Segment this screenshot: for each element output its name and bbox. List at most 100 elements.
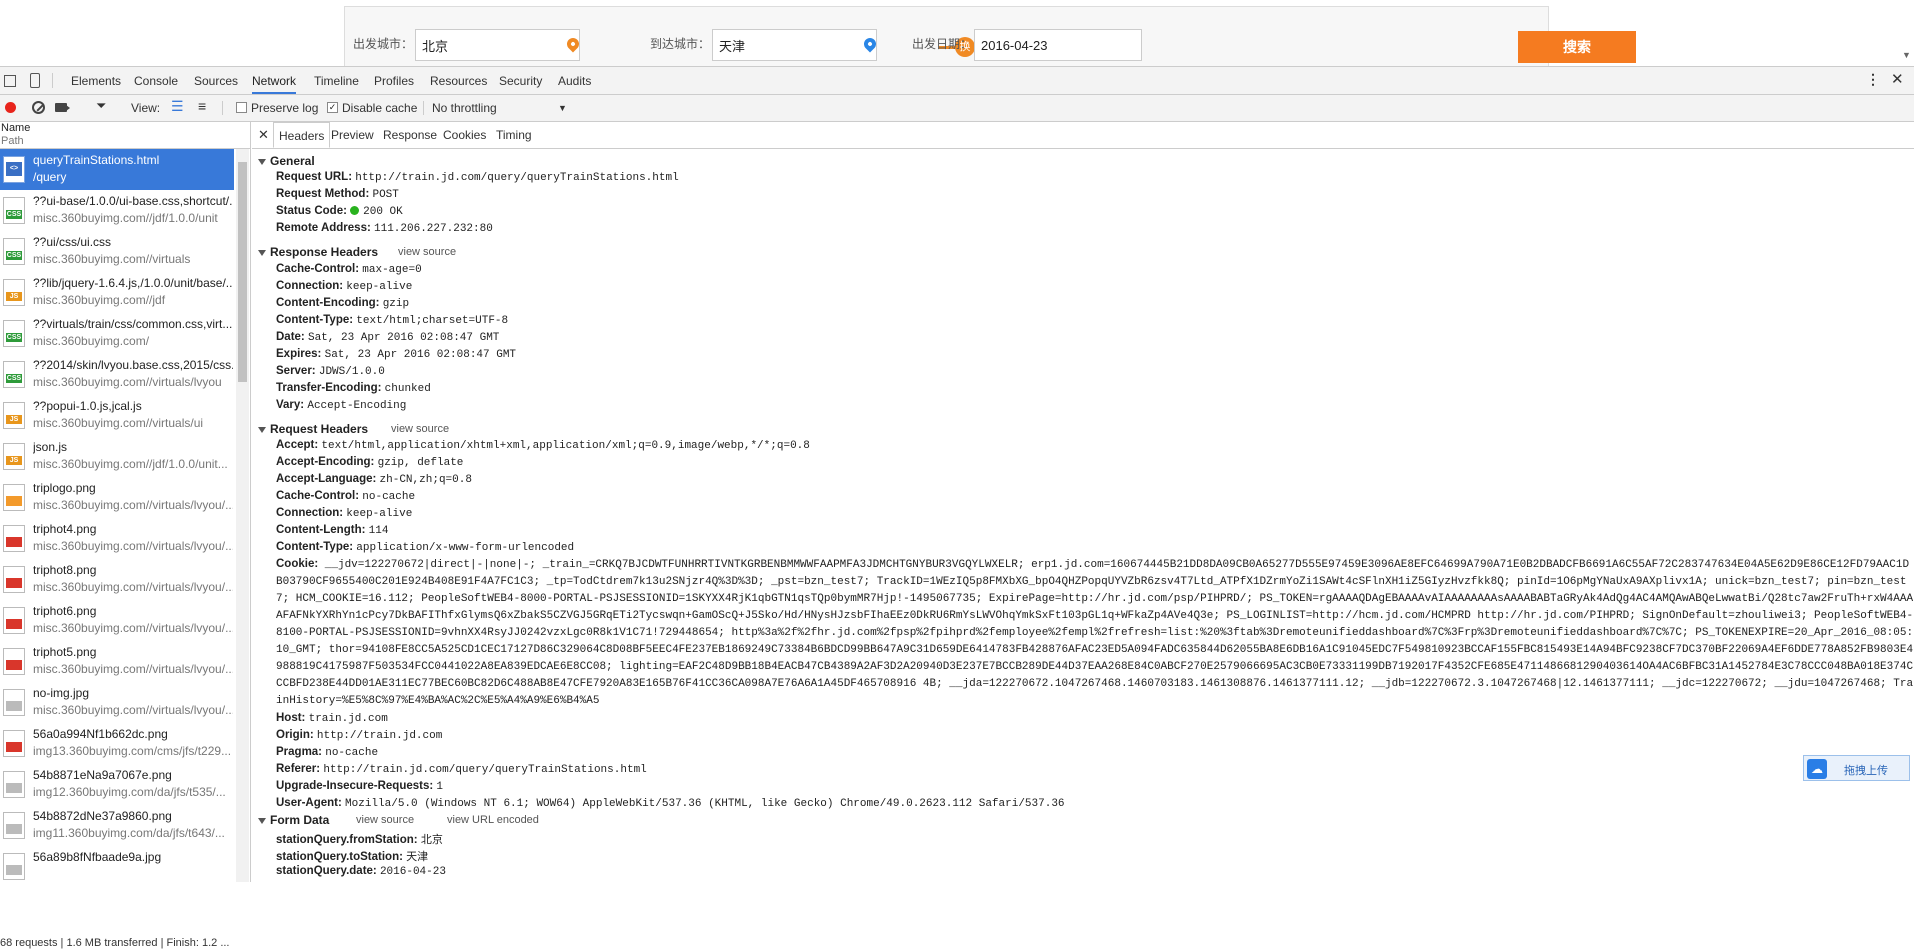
header-value: POST: [372, 189, 399, 201]
header-value: gzip, deflate: [377, 457, 464, 469]
filter-icon[interactable]: ⏷: [96, 98, 106, 114]
form-data-toggle[interactable]: Form Data: [258, 813, 329, 827]
chevron-down-icon[interactable]: ▼: [558, 103, 567, 113]
header-value: Sat, 23 Apr 2016 02:08:47 GMT: [324, 349, 517, 361]
file-type-icon: CSS: [3, 361, 25, 388]
tab-timeline[interactable]: Timeline: [314, 74, 359, 88]
request-row[interactable]: 54b8872dNe37a9860.png img11.360buyimg.com…: [0, 805, 234, 846]
header-value: http://train.jd.com/query/queryTrainStat…: [355, 172, 679, 184]
request-row[interactable]: JS ??popui-1.0.js,jcal.js misc.360buyimg.c…: [0, 395, 234, 436]
tab-network[interactable]: Network: [252, 74, 297, 94]
throttling-select[interactable]: No throttling: [432, 101, 497, 115]
request-row[interactable]: JS ??lib/jquery-1.6.4.js,/1.0.0/unit/base…: [0, 272, 234, 313]
request-row[interactable]: JS json.js misc.360buyimg.com//jdf/1.0.0/u…: [0, 436, 234, 477]
header-row: Content-Type: text/html;charset=UTF-8: [276, 314, 508, 327]
header-value: train.jd.com: [308, 713, 388, 725]
response-headers-toggle[interactable]: Response Headers: [258, 245, 378, 259]
header-key: Content-Type:: [276, 541, 354, 553]
tab-security[interactable]: Security: [499, 74, 542, 88]
scrollbar-thumb[interactable]: [238, 162, 247, 382]
request-row[interactable]: triphot6.png misc.360buyimg.com//virtuals…: [0, 600, 234, 641]
tab-elements[interactable]: Elements: [71, 74, 121, 88]
triangle-down-icon: [258, 250, 266, 256]
header-row: Date: Sat, 23 Apr 2016 02:08:47 GMT: [276, 331, 499, 344]
large-rows-icon[interactable]: ☰: [171, 98, 184, 115]
page-scroll-down-icon[interactable]: ▼: [1902, 50, 1911, 60]
header-key: Host:: [276, 712, 306, 724]
cookie-value: __jdv=122270672|direct|-|none|-; _train_…: [276, 559, 1914, 707]
devtools-panel: Elements Console Sources Network Timelin…: [0, 66, 1914, 949]
disable-cache-checkbox[interactable]: ✓: [327, 102, 338, 113]
general-section-toggle[interactable]: General: [258, 154, 315, 168]
tab-audits[interactable]: Audits: [558, 74, 591, 88]
request-row[interactable]: 54b8871eNa9a7067e.png img12.360buyimg.com…: [0, 764, 234, 805]
header-row: Expires: Sat, 23 Apr 2016 02:08:47 GMT: [276, 348, 516, 361]
file-type-tag: [6, 496, 22, 506]
request-row[interactable]: <> queryTrainStations.html/query: [0, 149, 234, 190]
close-devtools-icon[interactable]: ✕: [1891, 70, 1904, 88]
inspect-element-icon[interactable]: [4, 75, 16, 87]
device-mode-icon[interactable]: [30, 73, 40, 88]
from-city-input[interactable]: [415, 29, 580, 61]
triangle-down-icon: [258, 427, 266, 433]
header-key: Content-Encoding:: [276, 297, 380, 309]
file-type-icon: [3, 648, 25, 675]
tab-response[interactable]: Response: [383, 128, 437, 142]
tab-profiles[interactable]: Profiles: [374, 74, 414, 88]
status-code-row: Status Code: 200 OK: [276, 205, 403, 218]
request-row[interactable]: 56a89b8fNfbaade9a.jpg: [0, 846, 234, 887]
file-type-icon: [3, 771, 25, 798]
file-type-tag: [6, 783, 22, 793]
header-value: 200 OK: [363, 206, 403, 218]
header-value: no-cache: [362, 491, 416, 503]
request-row[interactable]: no-img.jpg misc.360buyimg.com//virtuals/l…: [0, 682, 234, 723]
overview-icon[interactable]: ≡: [198, 98, 206, 114]
header-value: gzip: [382, 298, 410, 310]
request-view-source-link[interactable]: view source: [391, 423, 449, 435]
to-label: 到达城市：: [650, 37, 711, 51]
request-row[interactable]: CSS ??virtuals/train/css/common.css,virt.…: [0, 313, 234, 354]
tab-headers[interactable]: Headers: [273, 122, 331, 148]
tab-resources[interactable]: Resources: [430, 74, 487, 88]
form-view-source-link[interactable]: view source: [356, 814, 414, 826]
more-options-icon[interactable]: ⋮: [1866, 71, 1880, 88]
view-label: View:: [131, 101, 161, 115]
response-view-source-link[interactable]: view source: [398, 246, 456, 258]
request-row[interactable]: triphot5.png misc.360buyimg.com//virtuals…: [0, 641, 234, 682]
file-type-tag: JS: [6, 415, 22, 424]
request-path: misc.360buyimg.com//virtuals/lvyou/...: [33, 539, 233, 553]
request-row[interactable]: CSS ??ui-base/1.0.0/ui-base.css,shortcut/…: [0, 190, 234, 231]
request-path: misc.360buyimg.com//virtuals/lvyou/...: [33, 621, 233, 635]
request-list-header[interactable]: Name Path: [0, 122, 250, 149]
close-detail-icon[interactable]: ✕: [258, 127, 269, 143]
date-input[interactable]: [974, 29, 1142, 61]
search-button[interactable]: 搜索: [1518, 31, 1636, 63]
header-value: JDWS/1.0.0: [318, 366, 385, 378]
file-type-icon: JS: [3, 279, 25, 306]
preserve-log-checkbox[interactable]: [236, 102, 247, 113]
tab-preview[interactable]: Preview: [331, 128, 374, 142]
tab-sources[interactable]: Sources: [194, 74, 238, 88]
request-name: ??lib/jquery-1.6.4.js,/1.0.0/unit/base/.…: [33, 276, 233, 290]
request-row[interactable]: 56a0a994Nf1b662dc.png img13.360buyimg.com…: [0, 723, 234, 764]
tab-cookies[interactable]: Cookies: [443, 128, 486, 142]
header-value: keep-alive: [346, 508, 413, 520]
drag-upload-button[interactable]: ☁ 拖拽上传: [1803, 755, 1910, 781]
request-path: misc.360buyimg.com//virtuals/lvyou/...: [33, 662, 233, 676]
tab-timing[interactable]: Timing: [496, 128, 532, 142]
request-headers-toggle[interactable]: Request Headers: [258, 422, 368, 436]
name-column-header[interactable]: Name: [1, 122, 30, 134]
request-row[interactable]: triphot8.png misc.360buyimg.com//virtuals…: [0, 559, 234, 600]
request-row[interactable]: triphot4.png misc.360buyimg.com//virtuals…: [0, 518, 234, 559]
request-path: misc.360buyimg.com//virtuals/lvyou/...: [33, 498, 233, 512]
view-url-encoded-link[interactable]: view URL encoded: [447, 814, 539, 826]
header-row: Origin: http://train.jd.com: [276, 729, 442, 742]
record-icon[interactable]: [5, 102, 16, 113]
request-row[interactable]: CSS ??ui/css/ui.css misc.360buyimg.com//vi…: [0, 231, 234, 272]
to-city-input[interactable]: [712, 29, 877, 61]
tab-console[interactable]: Console: [134, 74, 178, 88]
request-row[interactable]: triplogo.png misc.360buyimg.com//virtuals…: [0, 477, 234, 518]
header-row: Cache-Control: max-age=0: [276, 263, 422, 276]
request-path: misc.360buyimg.com//jdf/1.0.0/unit...: [33, 457, 228, 471]
request-row[interactable]: CSS ??2014/skin/lvyou.base.css,2015/css..…: [0, 354, 234, 395]
